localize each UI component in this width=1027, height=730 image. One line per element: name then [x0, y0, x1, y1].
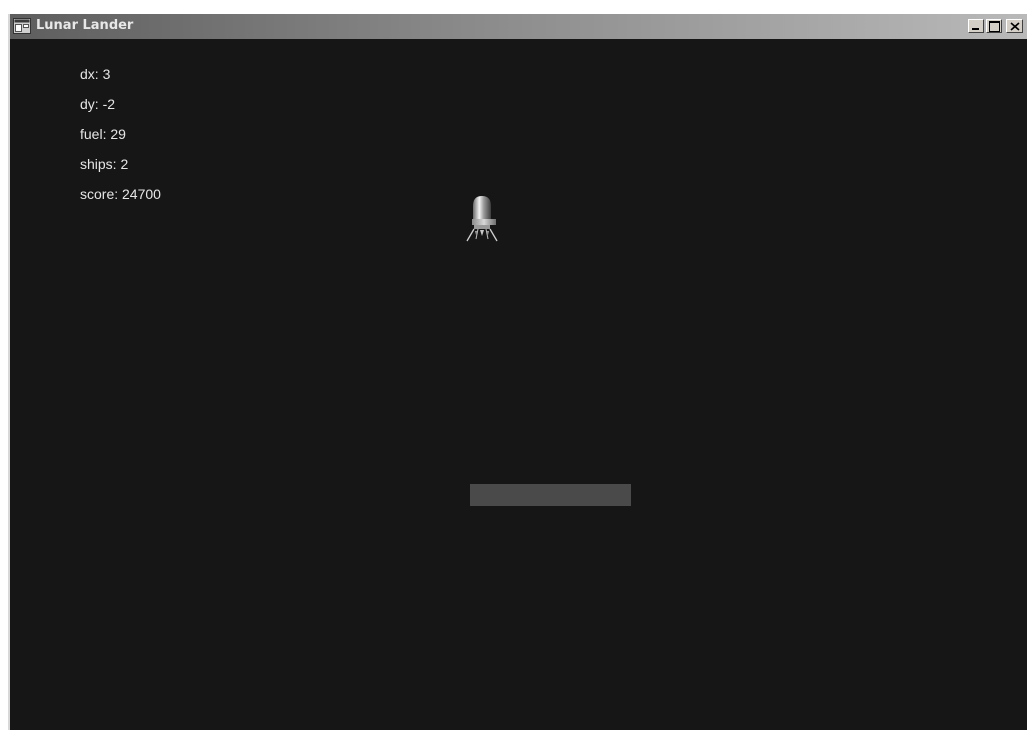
game-window: Lunar Lander dx: 3 dy: -2 fuel: 29 ships… — [8, 14, 1027, 730]
lunar-lander-ship-icon — [462, 194, 502, 244]
minimize-button[interactable] — [968, 19, 984, 33]
dy-readout: dy: -2 — [80, 96, 116, 112]
hud-stats: dx: 3 dy: -2 fuel: 29 ships: 2 score: 24… — [80, 59, 161, 209]
score-readout: score: 24700 — [80, 186, 161, 202]
close-icon — [1010, 22, 1020, 31]
landing-pad — [470, 484, 631, 506]
app-window-icon[interactable] — [13, 18, 31, 34]
dx-readout: dx: 3 — [80, 66, 111, 82]
fuel-readout: fuel: 29 — [80, 126, 126, 142]
title-bar[interactable]: Lunar Lander — [10, 14, 1027, 39]
close-button[interactable] — [1006, 19, 1023, 33]
window-title: Lunar Lander — [36, 18, 134, 33]
ships-readout: ships: 2 — [80, 156, 129, 172]
maximize-button[interactable] — [986, 19, 1002, 33]
